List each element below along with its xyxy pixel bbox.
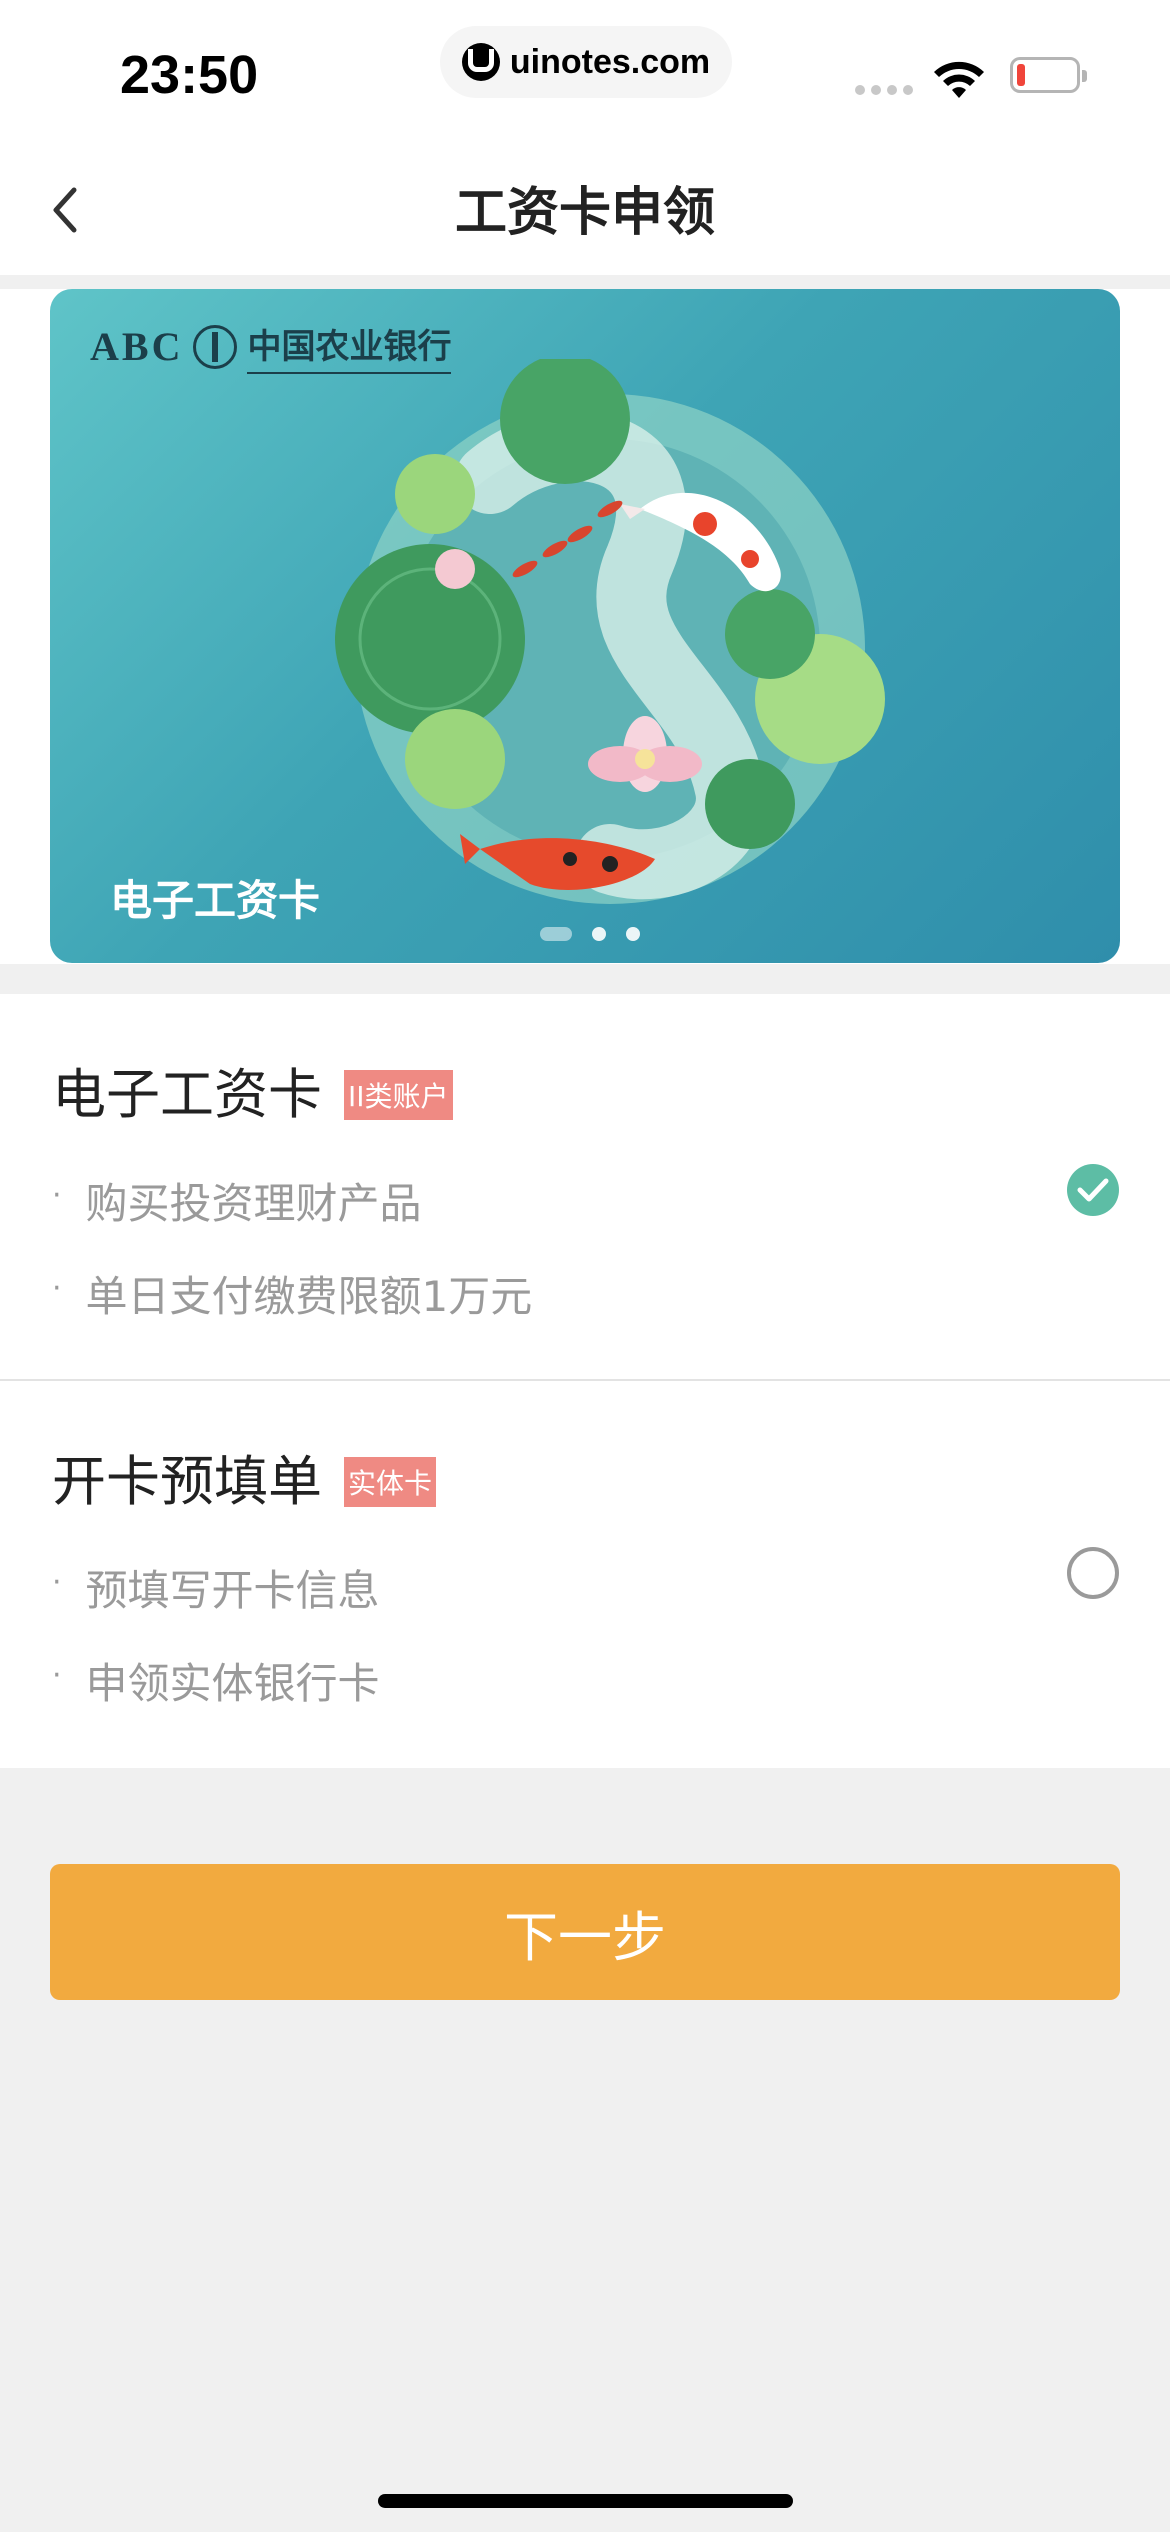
radio-checked-icon[interactable] (1067, 1164, 1119, 1216)
card-banner[interactable]: ABC 中国农业银行 电子工资卡 (50, 289, 1120, 963)
radio-unchecked-icon[interactable] (1067, 1547, 1119, 1599)
carousel-dot-active (540, 927, 572, 941)
page-title: 工资卡申领 (454, 183, 715, 243)
status-time: 23:50 (120, 45, 259, 105)
carousel-dot (592, 927, 606, 941)
banner-section: ABC 中国农业银行 电子工资卡 (0, 289, 1170, 964)
cellular-signal-icon (855, 85, 913, 95)
option-badge: 实体卡 (344, 1456, 437, 1507)
option-bullets: · 购买投资理财产品 · 单日支付缴费限额1万元 (52, 1170, 532, 1356)
option-prefill-form[interactable]: 开卡预填单 实体卡 · 预填写开卡信息 · 申领实体银行卡 (0, 1381, 1170, 1768)
status-bar: 23:50 uinotes.com (0, 0, 1170, 140)
bullet-text: 购买投资理财产品 (85, 1179, 422, 1228)
option-name: 电子工资卡 (52, 1063, 322, 1126)
option-title-row: 开卡预填单 实体卡 (52, 1437, 437, 1516)
bullet-item: · 购买投资理财产品 (52, 1170, 532, 1263)
bullet-text: 单日支付缴费限额1万元 (85, 1272, 533, 1321)
bullet-item: · 申领实体银行卡 (52, 1650, 380, 1743)
option-bullets: · 预填写开卡信息 · 申领实体银行卡 (52, 1557, 380, 1743)
option-title-row: 电子工资卡 II类账户 (52, 1050, 453, 1129)
carousel-indicator (540, 927, 640, 941)
bank-logo-abc: ABC (90, 324, 184, 369)
home-indicator[interactable] (378, 2494, 793, 2508)
card-caption: 电子工资卡 (110, 876, 321, 925)
option-badge: II类账户 (344, 1069, 453, 1120)
nav-bar: 工资卡申领 (0, 140, 1170, 275)
carousel-dot (626, 927, 640, 941)
battery-level (1017, 64, 1025, 86)
bullet-text: 申领实体银行卡 (85, 1659, 380, 1708)
url-text: uinotes.com (509, 42, 711, 81)
site-logo-icon (461, 43, 500, 81)
koi-pond-illustration (335, 359, 885, 904)
card-type-options: 电子工资卡 II类账户 · 购买投资理财产品 · 单日支付缴费限额1万元 开卡预填单… (0, 994, 1170, 1768)
bullet-text: 预填写开卡信息 (85, 1566, 380, 1615)
bullet-item: · 预填写开卡信息 (52, 1557, 380, 1650)
battery-low-icon (1010, 57, 1087, 93)
bullet-item: · 单日支付缴费限额1万元 (52, 1263, 532, 1356)
option-electronic-card[interactable]: 电子工资卡 II类账户 · 购买投资理财产品 · 单日支付缴费限额1万元 (0, 994, 1170, 1381)
wifi-icon (934, 61, 984, 98)
next-step-button[interactable]: 下一步 (50, 1864, 1120, 2000)
option-name: 开卡预填单 (52, 1450, 322, 1513)
url-pill[interactable]: uinotes.com (440, 26, 732, 98)
bank-emblem-icon (193, 324, 238, 369)
